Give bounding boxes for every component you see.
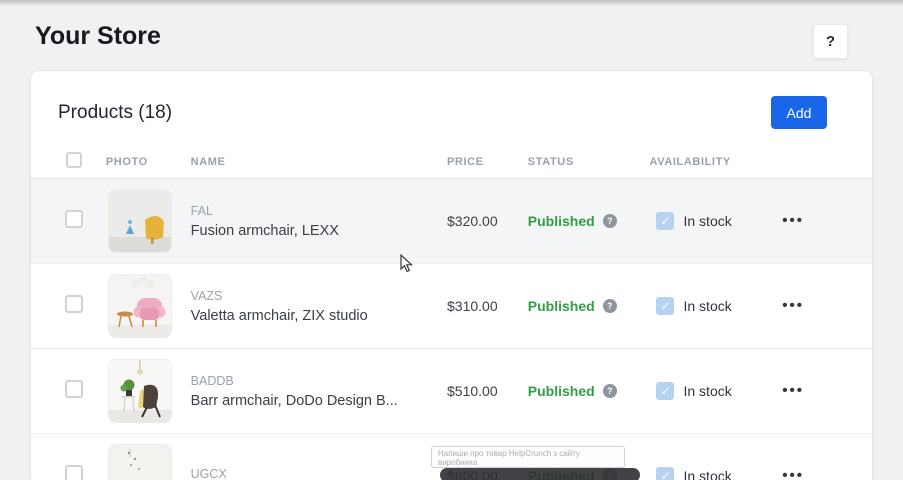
status-badge: Published — [528, 298, 595, 314]
tooltip-line: Напиши про товар HelpCrunch з сайту виро… — [438, 449, 618, 467]
availability-label: In stock — [683, 383, 731, 399]
products-heading: Products (18) — [58, 102, 172, 124]
select-all-checkbox[interactable] — [66, 152, 82, 168]
help-icon: ? — [826, 33, 835, 50]
info-icon[interactable]: ? — [603, 384, 617, 398]
column-header-status: STATUS — [528, 156, 650, 168]
product-name: Barr armchair, DoDo Design B... — [191, 393, 447, 409]
row-checkbox[interactable] — [65, 210, 83, 228]
more-options-icon[interactable]: ••• — [782, 467, 804, 480]
products-card-header: Products (18) Add — [31, 71, 872, 146]
table-row[interactable]: VAZS Valetta armchair, ZIX studio $310.0… — [31, 264, 872, 349]
row-checkbox[interactable] — [65, 295, 83, 313]
status-badge: Published — [528, 383, 595, 399]
product-code: FAL — [191, 204, 447, 218]
product-price: $510.00 — [447, 383, 528, 399]
product-photo-yellow-armchair — [108, 189, 172, 253]
check-icon: ✓ — [660, 470, 670, 480]
product-code: BADDB — [191, 374, 447, 388]
in-stock-checkbox[interactable]: ✓ — [656, 297, 674, 315]
product-price: $310.00 — [447, 298, 528, 314]
table-header-row: PHOTO NAME PRICE STATUS AVAILABILITY — [31, 146, 872, 179]
check-icon: ✓ — [660, 300, 670, 312]
product-code: UGCX — [191, 467, 447, 480]
availability-label: In stock — [683, 298, 731, 314]
overlay-dark-bar — [440, 468, 640, 480]
availability-label: In stock — [683, 213, 731, 229]
product-name: Valetta armchair, ZIX studio — [191, 308, 447, 324]
check-icon: ✓ — [660, 385, 670, 397]
column-header-photo: PHOTO — [106, 156, 191, 168]
product-photo-pink-armchair — [108, 274, 172, 338]
more-options-icon[interactable]: ••• — [782, 382, 804, 399]
column-header-availability: AVAILABILITY — [649, 156, 769, 168]
product-photo-brown-armchair — [108, 359, 172, 423]
page-title: Your Store — [35, 22, 161, 51]
product-photo-green-chair — [108, 444, 172, 480]
more-options-icon[interactable]: ••• — [782, 297, 804, 314]
check-icon: ✓ — [660, 215, 670, 227]
products-card: Products (18) Add PHOTO NAME PRICE STATU… — [30, 70, 873, 480]
product-code: VAZS — [191, 289, 447, 303]
table-row[interactable]: BADDB Barr armchair, DoDo Design B... $5… — [31, 349, 872, 434]
help-button[interactable]: ? — [813, 24, 848, 59]
row-checkbox[interactable] — [65, 465, 83, 480]
add-product-button[interactable]: Add — [771, 96, 827, 129]
system-tooltip: Напиши про товар HelpCrunch з сайту виро… — [431, 446, 625, 468]
more-options-icon[interactable]: ••• — [782, 212, 804, 229]
row-checkbox[interactable] — [65, 380, 83, 398]
info-icon[interactable]: ? — [603, 214, 617, 228]
top-edge-shade — [0, 0, 903, 6]
product-price: $320.00 — [447, 213, 528, 229]
in-stock-checkbox[interactable]: ✓ — [656, 467, 674, 480]
table-row[interactable]: FAL Fusion armchair, LEXX $320.00 Publis… — [31, 179, 872, 264]
product-name: Fusion armchair, LEXX — [191, 223, 447, 239]
column-header-name: NAME — [191, 156, 447, 168]
info-icon[interactable]: ? — [603, 299, 617, 313]
column-header-price: PRICE — [447, 156, 528, 168]
in-stock-checkbox[interactable]: ✓ — [656, 212, 674, 230]
availability-label: In stock — [683, 468, 731, 480]
status-badge: Published — [528, 213, 595, 229]
in-stock-checkbox[interactable]: ✓ — [656, 382, 674, 400]
